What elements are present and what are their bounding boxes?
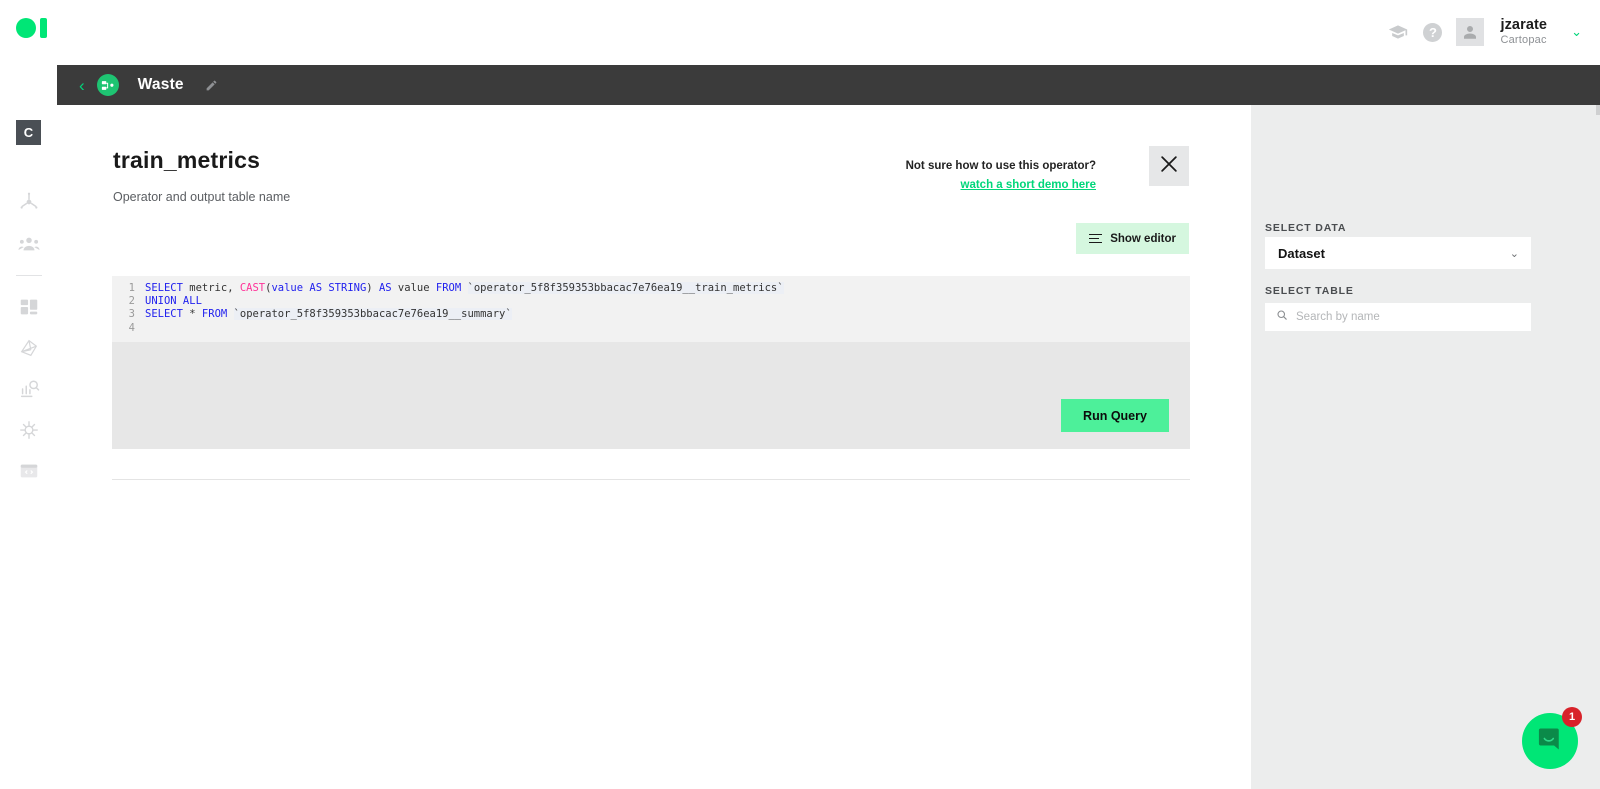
select-table-label: SELECT TABLE bbox=[1265, 285, 1354, 297]
dashboard-grid-icon bbox=[18, 296, 40, 318]
pencil-icon[interactable] bbox=[205, 79, 218, 92]
help-circle-icon[interactable]: ? bbox=[1423, 22, 1443, 42]
chevron-down-icon: ⌄ bbox=[1509, 247, 1519, 260]
back-chevron-icon[interactable]: ‹ bbox=[79, 77, 85, 94]
operator-help-text: Not sure how to use this operator? bbox=[905, 160, 1096, 172]
table-search-box[interactable] bbox=[1265, 303, 1531, 331]
graph-mesh-icon bbox=[18, 337, 40, 359]
sql-line-text: SELECT metric, CAST(value AS STRING) AS … bbox=[145, 282, 784, 294]
sidebar-item-analytics[interactable] bbox=[14, 374, 44, 404]
sql-line-number: 4 bbox=[128, 321, 135, 334]
select-data-dropdown[interactable]: Dataset ⌄ bbox=[1265, 237, 1531, 269]
bar-chart-search-icon bbox=[18, 378, 40, 400]
brain-icon bbox=[18, 419, 40, 441]
sql-line-text: UNION ALL bbox=[145, 295, 202, 308]
page-title: train_metrics bbox=[113, 147, 261, 173]
search-input[interactable] bbox=[1296, 311, 1520, 323]
scrollbar-thumb[interactable] bbox=[1596, 105, 1600, 115]
rail-divider bbox=[15, 275, 42, 276]
select-data-label: SELECT DATA bbox=[1265, 222, 1347, 234]
left-rail: C bbox=[0, 65, 57, 789]
lines-icon bbox=[1089, 233, 1103, 244]
sidebar-item-teams[interactable] bbox=[14, 229, 44, 259]
main-panel: train_metrics Operator and output table … bbox=[57, 105, 1251, 789]
search-icon bbox=[1276, 308, 1288, 326]
sidebar-item-code[interactable] bbox=[14, 456, 44, 486]
people-group-icon bbox=[18, 233, 40, 255]
show-editor-label: Show editor bbox=[1110, 232, 1176, 245]
user-menu[interactable]: jzarate Cartopac bbox=[1500, 17, 1547, 46]
sql-code-surface[interactable]: 1 SELECT metric, CAST(value AS STRING) AS… bbox=[112, 276, 1190, 342]
logo-bar-icon bbox=[40, 18, 47, 38]
section-divider bbox=[112, 479, 1190, 480]
project-title: Waste bbox=[137, 76, 184, 93]
chat-bubble-icon bbox=[1536, 725, 1564, 758]
sql-code-row: 3 SELECT * FROM `operator_5f8f359353bbaca… bbox=[112, 308, 1190, 321]
right-panel: SELECT DATA Dataset ⌄ SELECT TABLE bbox=[1251, 105, 1600, 789]
avatar[interactable] bbox=[1456, 18, 1485, 46]
graduation-cap-icon[interactable] bbox=[1387, 21, 1409, 43]
logo-circle-icon bbox=[16, 18, 36, 38]
sidebar-item-operators[interactable] bbox=[14, 187, 44, 217]
project-bar: ‹ Waste bbox=[57, 65, 1600, 105]
sidebar-item-models[interactable] bbox=[14, 415, 44, 445]
sql-code-row: 1 SELECT metric, CAST(value AS STRING) AS… bbox=[112, 282, 1190, 295]
user-org: Cartopac bbox=[1500, 34, 1547, 47]
operator-help: Not sure how to use this operator? watch… bbox=[906, 153, 1096, 194]
sql-line-number: 1 bbox=[128, 282, 135, 294]
sidebar-item-graph[interactable] bbox=[14, 333, 44, 363]
close-button[interactable] bbox=[1149, 146, 1189, 186]
sql-code-lines: 1 SELECT metric, CAST(value AS STRING) AS… bbox=[112, 282, 1190, 335]
sql-editor-card: 1 SELECT metric, CAST(value AS STRING) AS… bbox=[112, 276, 1190, 449]
user-name: jzarate bbox=[1500, 17, 1548, 34]
network-node-icon bbox=[18, 191, 40, 213]
top-bar: ? jzarate Cartopac ⌄ bbox=[0, 0, 1600, 64]
intercom-unread-badge: 1 bbox=[1562, 707, 1582, 727]
top-bar-actions: ? jzarate Cartopac ⌄ bbox=[1387, 0, 1582, 64]
close-icon bbox=[1158, 153, 1180, 180]
select-data-value: Dataset bbox=[1278, 245, 1325, 261]
sql-line-number: 3 bbox=[128, 308, 135, 321]
sql-line-number: 2 bbox=[128, 295, 135, 308]
sql-code-row: 4 bbox=[112, 322, 1190, 335]
code-window-icon bbox=[18, 460, 40, 482]
page-subtitle: Operator and output table name bbox=[113, 190, 291, 204]
sidebar-item-dashboards[interactable] bbox=[14, 292, 44, 322]
sql-line-text: SELECT * FROM `operator_5f8f359353bbacac… bbox=[145, 308, 512, 321]
chevron-down-icon[interactable]: ⌄ bbox=[1571, 24, 1582, 40]
run-query-button[interactable]: Run Query bbox=[1061, 399, 1169, 432]
workspace-badge[interactable]: C bbox=[16, 120, 41, 145]
pipeline-icon bbox=[96, 74, 119, 96]
show-editor-button[interactable]: Show editor bbox=[1076, 223, 1189, 254]
app-logo[interactable] bbox=[16, 18, 47, 38]
operator-demo-link[interactable]: watch a short demo here bbox=[906, 177, 1096, 194]
sql-code-row: 2 UNION ALL bbox=[112, 295, 1190, 308]
